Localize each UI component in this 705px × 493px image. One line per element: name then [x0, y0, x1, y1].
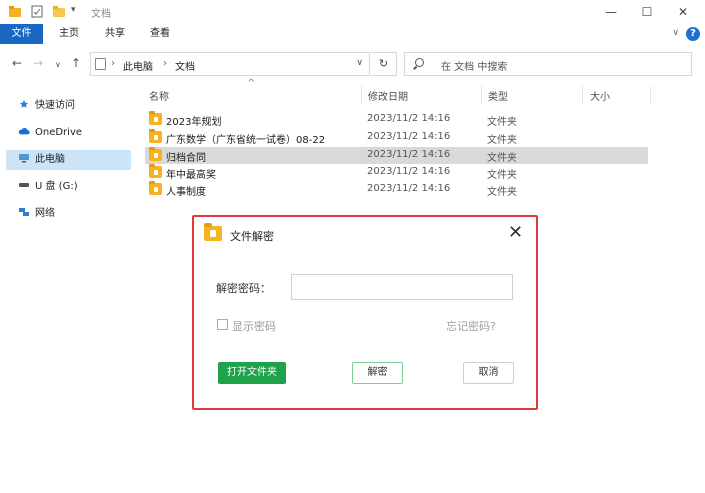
folder-icon: [149, 181, 162, 195]
ribbon-tabs: 文件 主页 共享 查看 ∨ ?: [0, 24, 705, 44]
folder-icon: [8, 5, 22, 18]
show-password-label[interactable]: 显示密码: [232, 318, 276, 334]
file-modified: 2023/11/2 14:16: [367, 183, 451, 194]
show-password-checkbox[interactable]: [217, 319, 228, 330]
column-header-name[interactable]: 名称: [149, 88, 169, 103]
locked-folder-icon: [204, 223, 222, 241]
dialog-close-button[interactable]: ✕: [508, 222, 523, 243]
sidebar-item-network[interactable]: 网络: [18, 205, 55, 223]
sidebar-item-usb-drive[interactable]: U 盘 (G:): [18, 178, 78, 196]
tab-share[interactable]: 共享: [96, 24, 134, 44]
file-type: 文件夹: [487, 135, 517, 146]
file-row-hr-policy[interactable]: 人事制度 2023/11/2 14:16 文件夹: [145, 181, 648, 198]
recent-locations-button[interactable]: ∨: [55, 60, 61, 69]
password-input[interactable]: [291, 274, 513, 300]
sidebar-item-label: 网络: [35, 208, 55, 219]
usb-drive-icon: [19, 183, 29, 187]
forward-button[interactable]: →: [33, 56, 43, 70]
search-box[interactable]: 在 文档 中搜索: [404, 52, 692, 76]
file-modified: 2023/11/2 14:16: [367, 113, 451, 124]
file-type: 文件夹: [487, 117, 517, 128]
breadcrumb-documents[interactable]: 文档: [175, 58, 195, 73]
file-name: 年中最高奖: [166, 170, 216, 181]
open-folder-button[interactable]: 打开文件夹: [218, 362, 286, 384]
crumb-separator: ›: [111, 58, 115, 69]
pc-icon: [95, 58, 106, 70]
minimize-button[interactable]: —: [593, 2, 629, 22]
column-divider[interactable]: [582, 86, 583, 104]
file-row-2023-plan[interactable]: 2023年规划 2023/11/2 14:16 文件夹: [145, 111, 648, 128]
collapse-ribbon-icon[interactable]: ∨: [672, 28, 679, 38]
up-button[interactable]: ↑: [71, 56, 81, 70]
file-modified: 2023/11/2 14:16: [367, 149, 451, 160]
password-label: 解密密码：: [216, 282, 271, 295]
file-row-guangdong-math[interactable]: 广东数学（广东省统一试卷）08-22 2023/11/2 14:16 文件夹: [145, 129, 648, 146]
column-divider[interactable]: [481, 86, 482, 104]
folder-icon: [149, 129, 162, 143]
properties-icon[interactable]: [30, 5, 44, 18]
search-input[interactable]: 在 文档 中搜索: [441, 58, 507, 73]
star-icon: [19, 99, 29, 108]
folder-icon: [149, 164, 162, 178]
column-header-modified[interactable]: 修改日期: [368, 88, 408, 103]
customize-toolbar-icon[interactable]: ▾: [71, 5, 83, 18]
column-header-size[interactable]: 大小: [590, 88, 610, 103]
folder-icon: [149, 111, 162, 125]
forgot-password-link[interactable]: 忘记密码?: [446, 318, 496, 334]
file-name: 归档合同: [166, 153, 206, 164]
file-row-midyear-award[interactable]: 年中最高奖 2023/11/2 14:16 文件夹: [145, 164, 648, 181]
crumb-separator: ›: [163, 58, 167, 69]
dialog-title: 文件解密: [230, 230, 274, 243]
decrypt-dialog: 文件解密 ✕ 解密密码： 显示密码 忘记密码? 打开文件夹 解密 取消: [200, 220, 532, 404]
pc-icon: [19, 154, 29, 163]
tab-view[interactable]: 查看: [141, 24, 179, 44]
sidebar-item-onedrive[interactable]: OneDrive: [18, 124, 82, 142]
file-name: 广东数学（广东省统一试卷）08-22: [166, 135, 326, 146]
search-icon: [415, 58, 424, 67]
address-bar[interactable]: › 此电脑 › 文档 ∨: [90, 52, 370, 76]
maximize-button[interactable]: ☐: [629, 2, 665, 22]
sidebar-item-label: 快速访问: [35, 100, 75, 111]
file-modified: 2023/11/2 14:16: [367, 131, 451, 142]
tab-file[interactable]: 文件: [0, 24, 43, 44]
breadcrumb-this-pc[interactable]: 此电脑: [123, 58, 153, 73]
file-name: 人事制度: [166, 187, 206, 198]
new-folder-icon[interactable]: [52, 5, 66, 18]
sidebar-item-label: U 盘 (G:): [35, 181, 78, 192]
file-name: 2023年规划: [166, 117, 222, 128]
file-type: 文件夹: [487, 170, 517, 181]
back-button[interactable]: ←: [12, 56, 22, 70]
cancel-button[interactable]: 取消: [463, 362, 514, 384]
column-divider[interactable]: [361, 86, 362, 104]
folder-icon: [149, 147, 162, 161]
sidebar-item-this-pc[interactable]: 此电脑: [18, 151, 65, 169]
refresh-button[interactable]: ↻: [371, 52, 397, 76]
sidebar-item-label: OneDrive: [35, 127, 83, 138]
window-title: 文档: [91, 9, 111, 20]
sidebar-item-label: 此电脑: [35, 154, 65, 165]
title-bar: ▾ 文档 — ☐ ✕: [0, 0, 705, 24]
sort-ascending-icon: ^: [247, 78, 256, 89]
help-icon[interactable]: ?: [686, 27, 700, 41]
file-row-archived-contracts[interactable]: 归档合同 2023/11/2 14:16 文件夹: [145, 147, 648, 164]
close-button[interactable]: ✕: [665, 2, 701, 22]
file-type: 文件夹: [487, 187, 517, 198]
column-divider[interactable]: [650, 86, 651, 104]
tab-home[interactable]: 主页: [50, 24, 88, 44]
cloud-icon: [18, 128, 30, 135]
column-header-type[interactable]: 类型: [488, 88, 508, 103]
decrypt-button[interactable]: 解密: [352, 362, 403, 384]
file-type: 文件夹: [487, 153, 517, 164]
file-modified: 2023/11/2 14:16: [367, 166, 451, 177]
chevron-down-icon[interactable]: ∨: [356, 58, 363, 68]
network-icon: [19, 208, 29, 216]
sidebar-item-quick-access[interactable]: 快速访问: [18, 97, 75, 115]
